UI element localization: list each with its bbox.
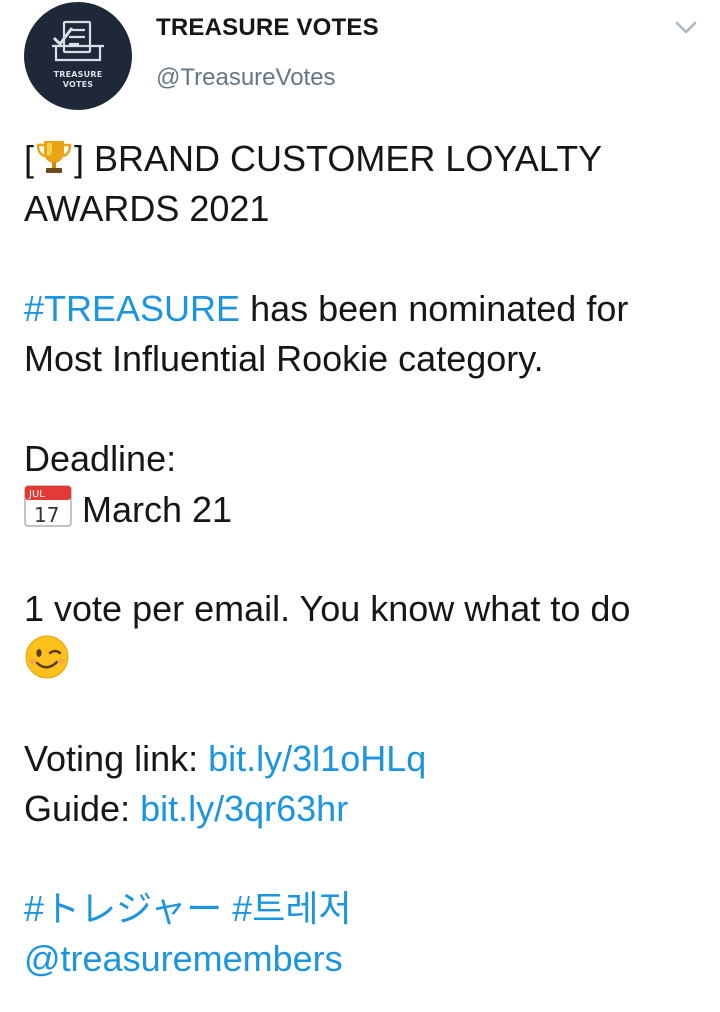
deadline-date-line: JUL 17 March 21 (24, 484, 704, 534)
trophy-icon (34, 137, 74, 190)
avatar-label-line2: VOTES (62, 80, 94, 89)
tweet-title-line2: AWARDS 2021 (24, 188, 270, 229)
mention-line: @treasuremembers (24, 934, 704, 984)
vote-instructions: 1 vote per email. You know what to do (24, 588, 631, 629)
mention-link[interactable]: @treasuremembers (24, 938, 343, 979)
guide-link[interactable]: bit.ly/3qr63hr (140, 788, 348, 829)
guide-link-line: Guide: bit.ly/3qr63hr (24, 784, 704, 834)
hashtag-korean-link[interactable]: #트레저 (232, 888, 351, 929)
guide-label: Guide: (24, 788, 141, 829)
tweet-text: [ ] BRAND CUSTOMER LOYALTY AWARDS 2021 #… (24, 134, 704, 984)
voting-link-label: Voting link: (24, 738, 209, 779)
deadline-date: March 21 (72, 489, 233, 530)
title-bracket: [ (24, 138, 35, 179)
avatar[interactable]: TREASURE VOTES (24, 2, 132, 110)
winking-face-icon (24, 634, 70, 693)
calendar-icon: JUL 17 (24, 484, 72, 541)
ballot-box-icon (52, 20, 104, 62)
display-name[interactable]: TREASURE VOTES (156, 14, 379, 42)
voting-link[interactable]: bit.ly/3l1oHLq (208, 738, 426, 779)
hashtags-line: #トレジャー #트레저 (24, 884, 704, 934)
deadline-label: Deadline: (24, 438, 177, 479)
nomination-text-line1: has been nominated for (240, 288, 629, 329)
nomination-line2: Most Influential Rookie category. (24, 338, 544, 379)
chevron-down-icon[interactable] (672, 18, 700, 38)
calendar-day: 17 (34, 503, 59, 527)
avatar-label-line1: TREASURE (53, 70, 103, 79)
username-handle[interactable]: @TreasureVotes (156, 64, 336, 92)
nomination-line1: #TREASURE has been nominated for (24, 284, 704, 334)
hashtag-treasure-link[interactable]: #TREASURE (24, 288, 240, 329)
hashtag-japanese-link[interactable]: #トレジャー (24, 888, 222, 929)
wink-line (24, 634, 704, 684)
tweet-title-line1: [ ] BRAND CUSTOMER LOYALTY (24, 134, 704, 184)
title-text-line1: ] BRAND CUSTOMER LOYALTY (74, 138, 603, 179)
calendar-month: JUL (28, 489, 45, 500)
avatar-label: TREASURE VOTES (24, 70, 132, 90)
voting-link-line: Voting link: bit.ly/3l1oHLq (24, 734, 704, 784)
